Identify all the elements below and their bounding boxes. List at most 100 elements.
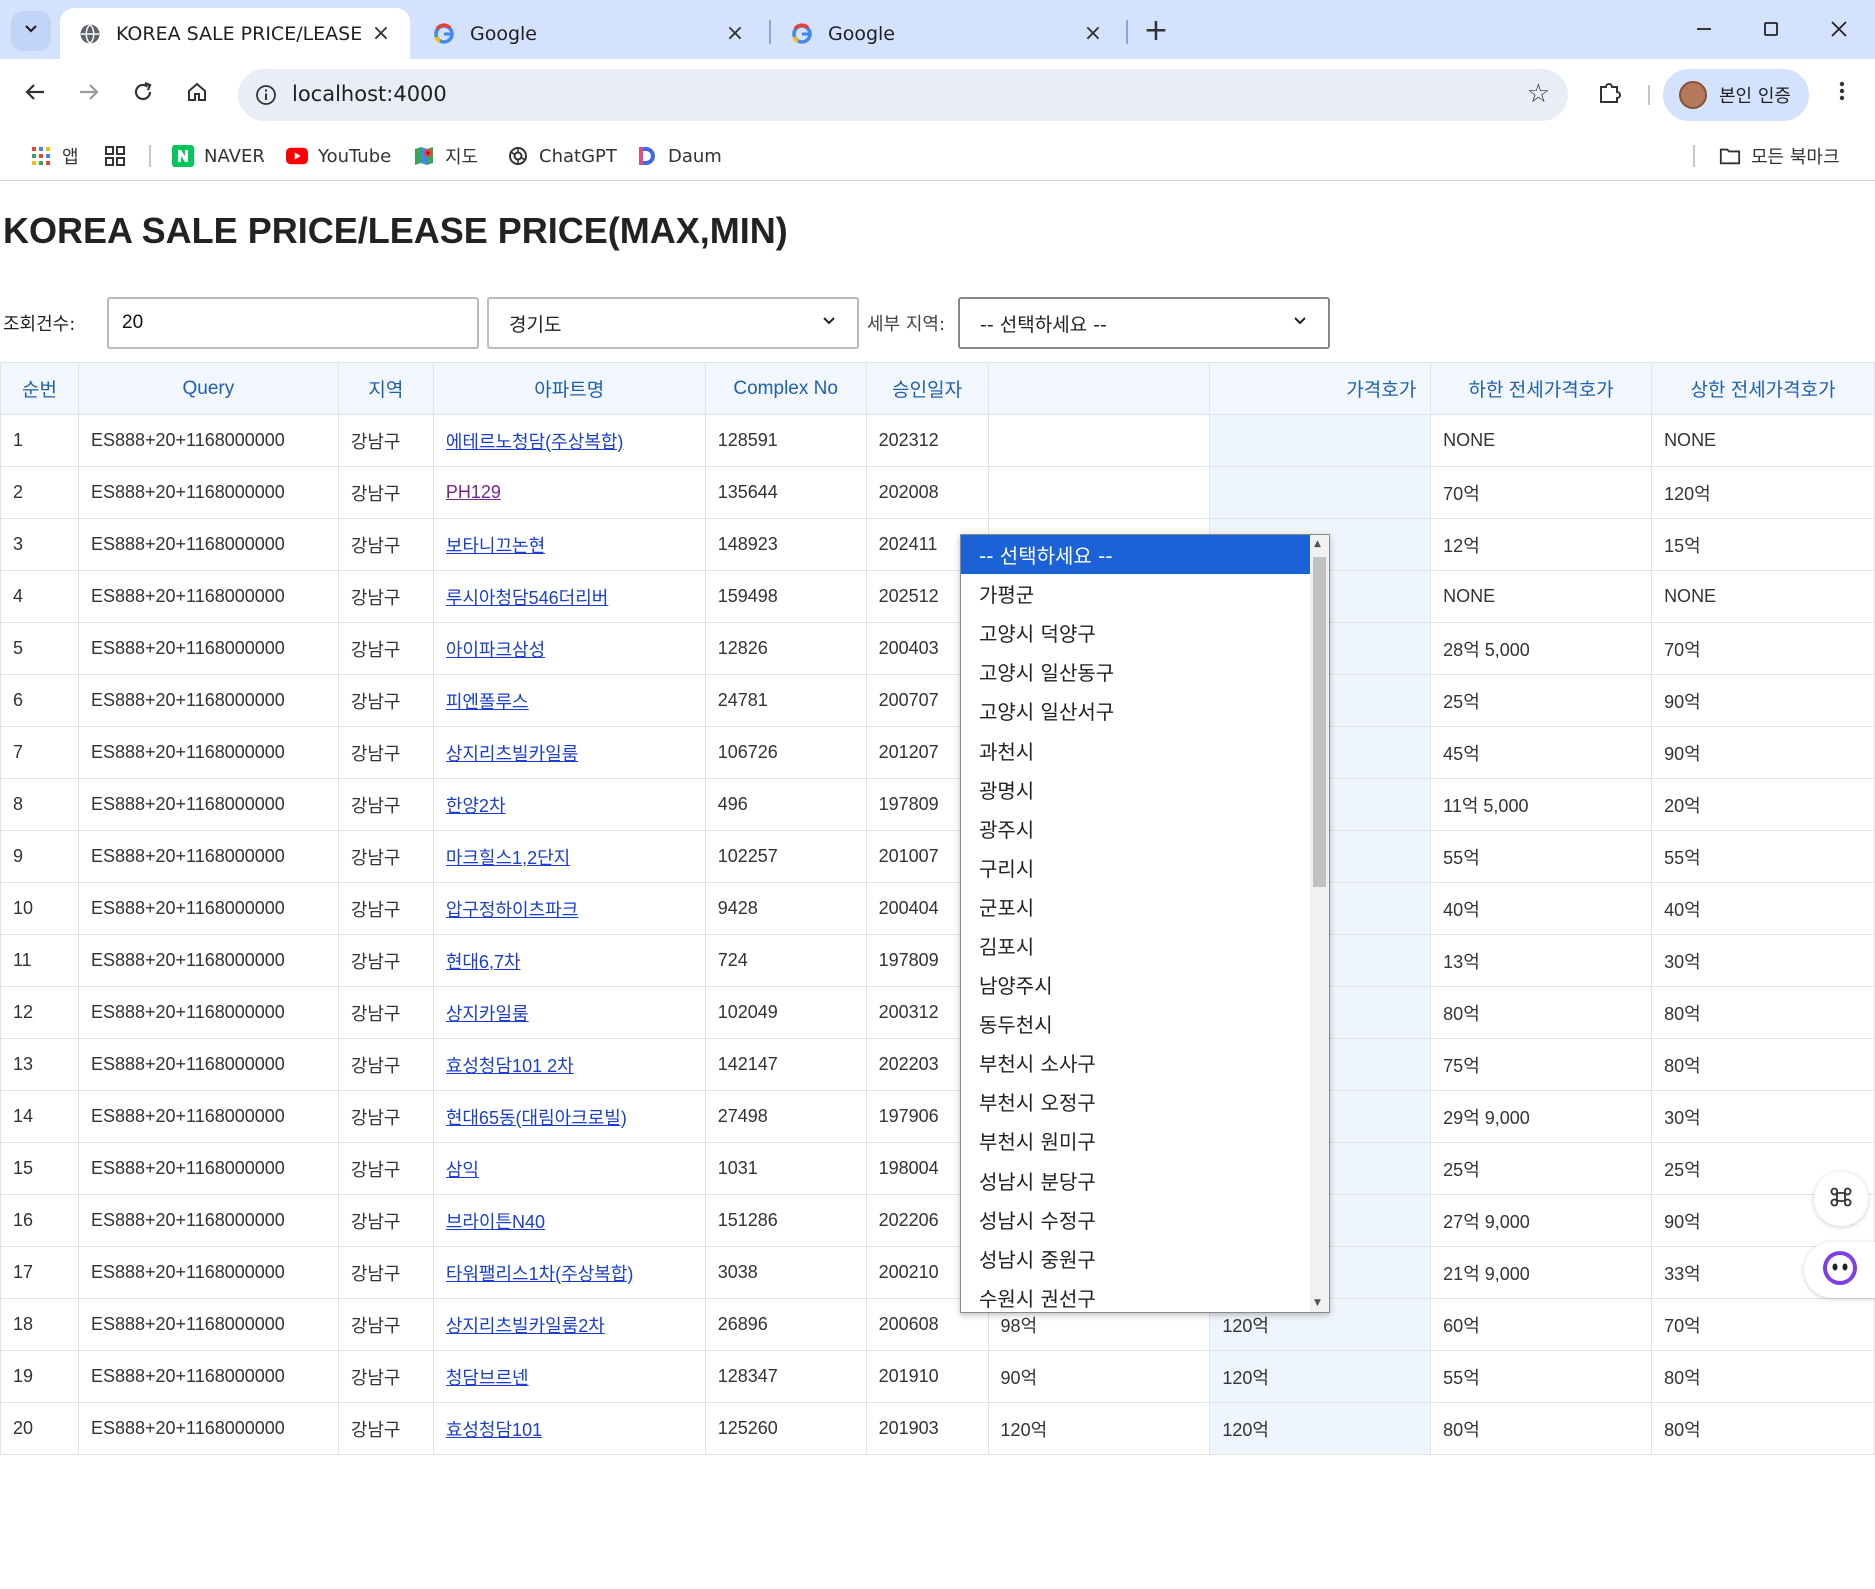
dropdown-option[interactable]: 부천시 소사구 xyxy=(961,1043,1311,1082)
apartment-link[interactable]: 상지리츠빌카일룸 xyxy=(446,744,578,764)
bookmark-chatgpt[interactable]: ChatGPT xyxy=(507,140,617,172)
apartment-link[interactable]: 보타니끄논현 xyxy=(446,536,545,556)
scroll-up-icon[interactable]: ▲ xyxy=(1314,539,1321,549)
table-cell[interactable]: 한양2차 xyxy=(432,778,706,831)
tab-google-2[interactable]: Google × xyxy=(772,8,1122,59)
column-header[interactable]: 승인일자 xyxy=(865,362,989,415)
table-cell[interactable]: 에테르노청담(주상복합) xyxy=(432,414,706,467)
browser-menu-button[interactable] xyxy=(1824,76,1860,112)
table-cell[interactable]: 효성청담101 2차 xyxy=(432,1038,706,1091)
column-header[interactable]: 순번 xyxy=(0,362,79,415)
bookmark-daum[interactable]: Daum xyxy=(636,140,722,172)
column-header[interactable]: Complex No xyxy=(704,362,867,415)
dropdown-option[interactable]: 남양주시 xyxy=(961,965,1311,1004)
table-cell[interactable]: 효성청담101 xyxy=(432,1402,706,1455)
column-header[interactable]: 지역 xyxy=(337,362,434,415)
dropdown-option[interactable]: 과천시 xyxy=(961,730,1311,769)
bookmark-youtube[interactable]: YouTube xyxy=(286,140,391,172)
apartment-link[interactable]: 피엔폴루스 xyxy=(446,692,529,712)
apartment-link[interactable]: 상지카일룸 xyxy=(446,1004,529,1024)
apartment-link[interactable]: 현대65동(대림아크로빌) xyxy=(446,1108,627,1128)
table-cell[interactable]: 상지리츠빌카일룸2차 xyxy=(432,1298,706,1351)
apartment-link[interactable]: 삼익 xyxy=(446,1160,479,1180)
column-header[interactable]: 아파트명 xyxy=(432,362,706,415)
table-cell[interactable]: 피엔폴루스 xyxy=(432,674,706,727)
dropdown-option[interactable]: 구리시 xyxy=(961,848,1311,887)
table-cell[interactable]: 현대65동(대림아크로빌) xyxy=(432,1090,706,1143)
dropdown-option[interactable]: 군포시 xyxy=(961,887,1311,926)
apartment-link[interactable]: 한양2차 xyxy=(446,796,506,816)
tab-active[interactable]: KOREA SALE PRICE/LEASE PRIC × xyxy=(60,8,410,59)
reload-button[interactable] xyxy=(122,74,164,116)
apartment-link[interactable]: 상지리츠빌카일룸2차 xyxy=(446,1316,605,1336)
forward-button[interactable] xyxy=(68,74,110,116)
dropdown-option[interactable]: 가평군 xyxy=(961,574,1311,613)
dropdown-option[interactable]: 고양시 일산동구 xyxy=(961,652,1311,691)
bookmark-naver[interactable]: NAVER xyxy=(172,140,265,172)
table-cell[interactable]: PH129 xyxy=(432,466,706,519)
dropdown-option[interactable]: -- 선택하세요 -- xyxy=(961,535,1311,575)
dropdown-option[interactable]: 광주시 xyxy=(961,809,1311,848)
table-cell[interactable]: 압구정하이츠파크 xyxy=(432,882,706,935)
count-input[interactable] xyxy=(107,297,479,349)
apartment-link[interactable]: 타워팰리스1차(주상복합) xyxy=(446,1264,634,1284)
table-cell[interactable]: 마크힐스1,2단지 xyxy=(432,830,706,883)
table-cell[interactable]: 아이파크삼성 xyxy=(432,622,706,675)
table-cell[interactable]: 상지카일룸 xyxy=(432,986,706,1039)
province-select[interactable]: 경기도 xyxy=(487,297,859,349)
column-header[interactable]: 가격호가 xyxy=(1209,362,1432,415)
table-cell[interactable]: 브라이튼N40 xyxy=(432,1194,706,1247)
dropdown-option[interactable]: 성남시 분당구 xyxy=(961,1161,1311,1200)
dropdown-option[interactable]: 부천시 원미구 xyxy=(961,1121,1311,1160)
scrollbar-thumb[interactable] xyxy=(1313,557,1326,887)
dropdown-option[interactable]: 부천시 오정구 xyxy=(961,1082,1311,1121)
apartment-link[interactable]: 마크힐스1,2단지 xyxy=(446,848,570,868)
maximize-button[interactable] xyxy=(1743,8,1799,52)
bookmark-maps[interactable]: 지도 xyxy=(413,140,478,172)
close-tab-icon[interactable]: × xyxy=(370,21,392,46)
column-header[interactable] xyxy=(987,362,1211,415)
profile-button[interactable]: 본인 인증 xyxy=(1663,69,1809,121)
apartment-link[interactable]: 압구정하이츠파크 xyxy=(446,900,578,920)
table-cell[interactable]: 청담브르넨 xyxy=(432,1350,706,1403)
subregion-dropdown-list[interactable]: -- 선택하세요 -- 가평군 고양시 덕양구 고양시 일산동구 고양시 일산서구 과천시… xyxy=(960,534,1330,1313)
dropdown-option[interactable]: 김포시 xyxy=(961,926,1311,965)
scroll-down-icon[interactable]: ▼ xyxy=(1314,1298,1321,1308)
shortcut-widget-button[interactable] xyxy=(1814,1172,1868,1226)
table-cell[interactable]: 루시아청담546더리버 xyxy=(432,570,706,623)
apartment-link[interactable]: 효성청담101 2차 xyxy=(446,1056,574,1076)
table-cell[interactable]: 현대6,7차 xyxy=(432,934,706,987)
dropdown-option[interactable]: 성남시 중원구 xyxy=(961,1239,1311,1278)
back-button[interactable] xyxy=(14,74,56,116)
column-header[interactable]: 하한 전세가격호가 xyxy=(1430,362,1653,415)
apartment-link[interactable]: 브라이튼N40 xyxy=(446,1212,545,1232)
assistant-widget-button[interactable] xyxy=(1804,1242,1875,1298)
apartment-link[interactable]: PH129 xyxy=(446,482,501,502)
new-tab-button[interactable]: + xyxy=(1138,12,1174,48)
extensions-button[interactable] xyxy=(1592,76,1628,112)
dropdown-scrollbar[interactable]: ▲ ▼ xyxy=(1310,535,1329,1312)
address-bar[interactable]: localhost:4000 ☆ xyxy=(238,69,1568,121)
column-header[interactable]: 상한 전세가격호가 xyxy=(1651,362,1875,415)
bookmark-star-icon[interactable]: ☆ xyxy=(1527,79,1550,109)
table-cell[interactable]: 삼익 xyxy=(432,1142,706,1195)
apartment-link[interactable]: 효성청담101 xyxy=(446,1420,542,1440)
apartment-link[interactable]: 아이파크삼성 xyxy=(446,640,545,660)
close-window-button[interactable] xyxy=(1811,8,1867,52)
home-button[interactable] xyxy=(176,74,218,116)
close-tab-icon[interactable]: × xyxy=(1082,21,1104,46)
apartment-link[interactable]: 루시아청담546더리버 xyxy=(446,588,609,608)
bookmark-apps[interactable]: 앱 xyxy=(30,140,79,172)
dropdown-option[interactable]: 광명시 xyxy=(961,770,1311,809)
tab-google-1[interactable]: Google × xyxy=(414,8,764,59)
dropdown-option[interactable]: 고양시 일산서구 xyxy=(961,691,1311,730)
all-bookmarks-button[interactable]: 모든 북마크 xyxy=(1719,140,1840,172)
dropdown-option[interactable]: 고양시 덕양구 xyxy=(961,613,1311,652)
table-cell[interactable]: 타워팰리스1차(주상복합) xyxy=(432,1246,706,1299)
column-header[interactable]: Query xyxy=(77,362,339,415)
dropdown-option[interactable]: 수원시 권선구 xyxy=(961,1278,1311,1312)
apartment-link[interactable]: 에테르노청담(주상복합) xyxy=(446,432,624,452)
table-cell[interactable]: 상지리츠빌카일룸 xyxy=(432,726,706,779)
dropdown-option[interactable]: 동두천시 xyxy=(961,1004,1311,1043)
apartment-link[interactable]: 현대6,7차 xyxy=(446,952,521,972)
